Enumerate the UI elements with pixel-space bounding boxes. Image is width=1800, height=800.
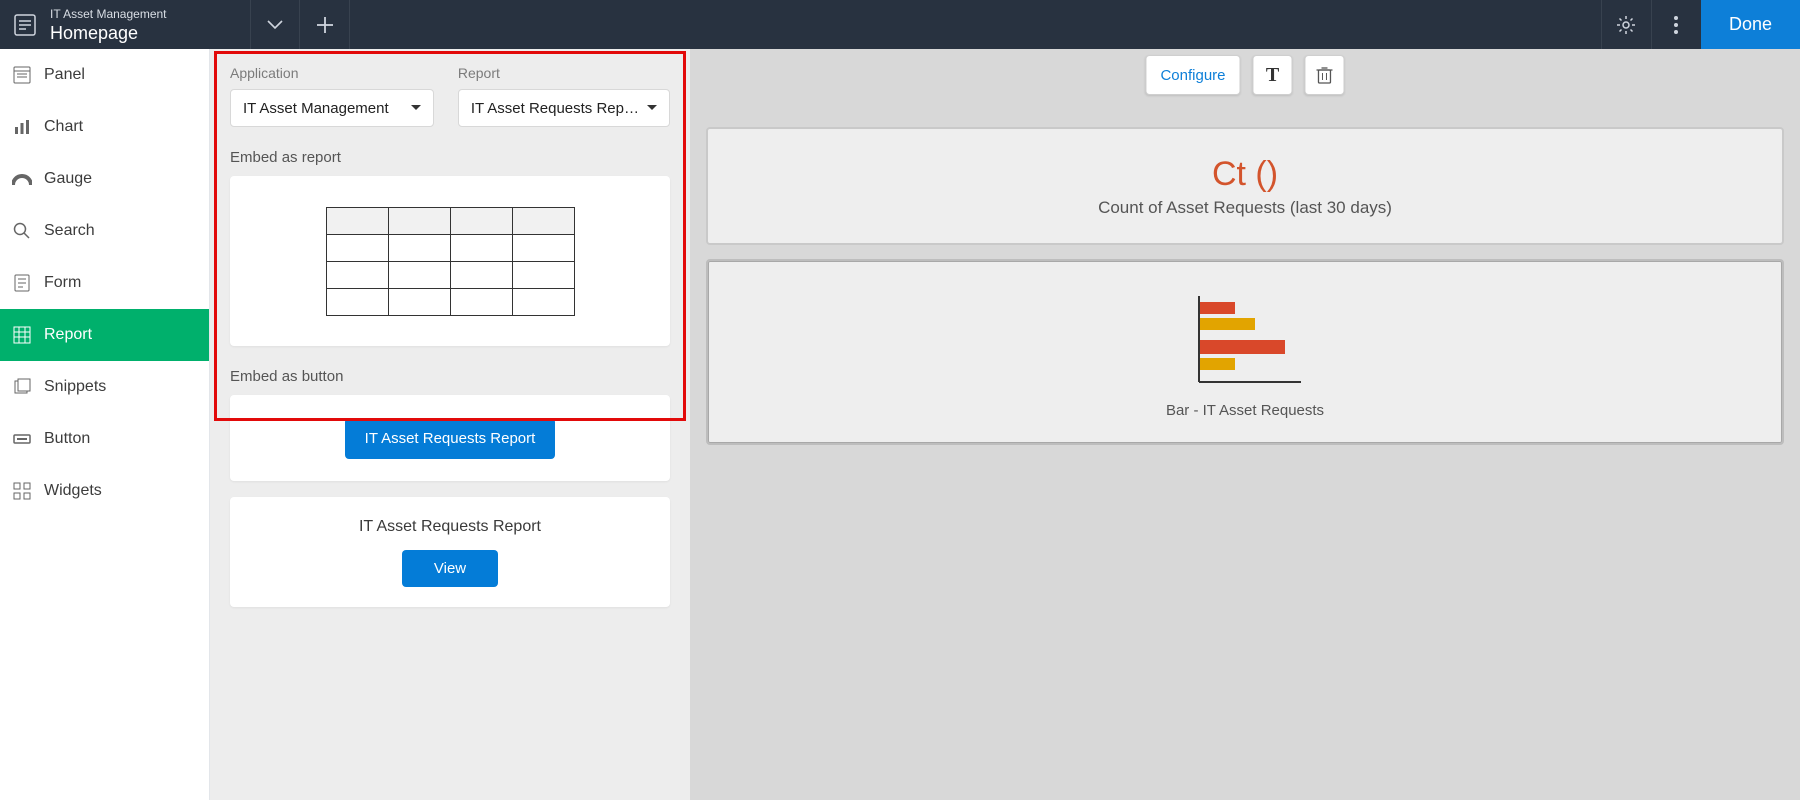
sidebar-item-label: Search <box>44 222 95 240</box>
count-widget[interactable]: Ct () Count of Asset Requests (last 30 d… <box>706 127 1784 245</box>
page-name: Homepage <box>50 22 240 44</box>
sidebar-item-widgets[interactable]: Widgets <box>0 465 209 517</box>
search-icon <box>10 219 34 243</box>
form-icon <box>10 271 34 295</box>
page-title-stack[interactable]: IT Asset Management Homepage <box>50 6 250 44</box>
configure-label: Configure <box>1160 67 1225 84</box>
panel-icon <box>10 63 34 87</box>
embed-button-primary-label: IT Asset Requests Report <box>365 430 536 447</box>
snippets-icon <box>10 375 34 399</box>
sidebar-item-report[interactable]: Report <box>0 309 209 361</box>
embed-button-primary[interactable]: IT Asset Requests Report <box>345 418 556 459</box>
sidebar-item-label: Snippets <box>44 378 106 396</box>
sidebar-item-label: Form <box>44 274 81 292</box>
app-logo-icon[interactable] <box>0 0 50 49</box>
sidebar-item-gauge[interactable]: Gauge <box>0 153 209 205</box>
report-table-thumbnail <box>326 207 575 316</box>
caret-down-icon <box>411 105 421 111</box>
sidebar-item-panel[interactable]: Panel <box>0 49 209 101</box>
done-button[interactable]: Done <box>1701 0 1800 49</box>
settings-button[interactable] <box>1601 0 1651 49</box>
count-widget-subtitle: Count of Asset Requests (last 30 days) <box>1098 198 1392 218</box>
sidebar-item-label: Button <box>44 430 90 448</box>
report-icon <box>10 323 34 347</box>
sidebar-item-label: Panel <box>44 66 85 84</box>
text-tool-button[interactable]: T <box>1253 55 1293 95</box>
gauge-icon <box>10 167 34 191</box>
sidebar-item-form[interactable]: Form <box>0 257 209 309</box>
delete-widget-button[interactable] <box>1305 55 1345 95</box>
sidebar-item-label: Gauge <box>44 170 92 188</box>
bar-chart-widget[interactable]: Bar - IT Asset Requests <box>706 259 1784 445</box>
report-select-value: IT Asset Requests Rep… <box>471 100 639 117</box>
sidebar-item-label: Chart <box>44 118 83 136</box>
sidebar-item-label: Report <box>44 326 92 344</box>
add-page-button[interactable] <box>300 0 350 49</box>
sidebar-item-search[interactable]: Search <box>0 205 209 257</box>
sidebar-item-snippets[interactable]: Snippets <box>0 361 209 413</box>
embed-as-report-card[interactable] <box>230 176 670 346</box>
config-panel: Application IT Asset Management Report I… <box>210 49 690 800</box>
widgets-icon <box>10 479 34 503</box>
trash-icon <box>1317 66 1333 84</box>
application-select-value: IT Asset Management <box>243 100 389 117</box>
canvas-toolbar: Configure T <box>1145 55 1344 95</box>
embed-report-label: Embed as report <box>230 149 670 166</box>
report-select[interactable]: IT Asset Requests Rep… <box>458 89 670 127</box>
canvas[interactable]: Configure T Ct () Count of Asset Request… <box>690 49 1800 800</box>
sidebar-item-button[interactable]: Button <box>0 413 209 465</box>
count-widget-value: Ct () <box>1212 155 1278 194</box>
more-menu-button[interactable] <box>1651 0 1701 49</box>
button-icon <box>10 427 34 451</box>
bar-chart-caption: Bar - IT Asset Requests <box>1166 402 1324 419</box>
topbar: IT Asset Management Homepage Done <box>0 0 1800 49</box>
application-select[interactable]: IT Asset Management <box>230 89 434 127</box>
embed-button-label: Embed as button <box>230 368 670 385</box>
kebab-icon <box>1674 16 1678 34</box>
configure-button[interactable]: Configure <box>1145 55 1240 95</box>
sidebar-item-chart[interactable]: Chart <box>0 101 209 153</box>
embed-as-button-card-2[interactable]: IT Asset Requests Report View <box>230 497 670 607</box>
gear-icon <box>1616 15 1636 35</box>
application-label: Application <box>230 65 434 81</box>
sidebar: Panel Chart Gauge Search Form <box>0 49 210 800</box>
view-button-label: View <box>434 560 466 577</box>
embed-card-title: IT Asset Requests Report <box>359 518 541 536</box>
page-switcher-caret[interactable] <box>250 0 300 49</box>
embed-as-button-card-1[interactable]: IT Asset Requests Report <box>230 395 670 481</box>
sidebar-item-label: Widgets <box>44 482 102 500</box>
report-label: Report <box>458 65 670 81</box>
view-button[interactable]: View <box>402 550 498 587</box>
app-name: IT Asset Management <box>50 6 240 22</box>
done-label: Done <box>1729 14 1772 35</box>
bar-chart-thumbnail <box>1185 286 1305 396</box>
text-tool-label: T <box>1266 64 1279 87</box>
caret-down-icon <box>647 105 657 111</box>
chart-icon <box>10 115 34 139</box>
